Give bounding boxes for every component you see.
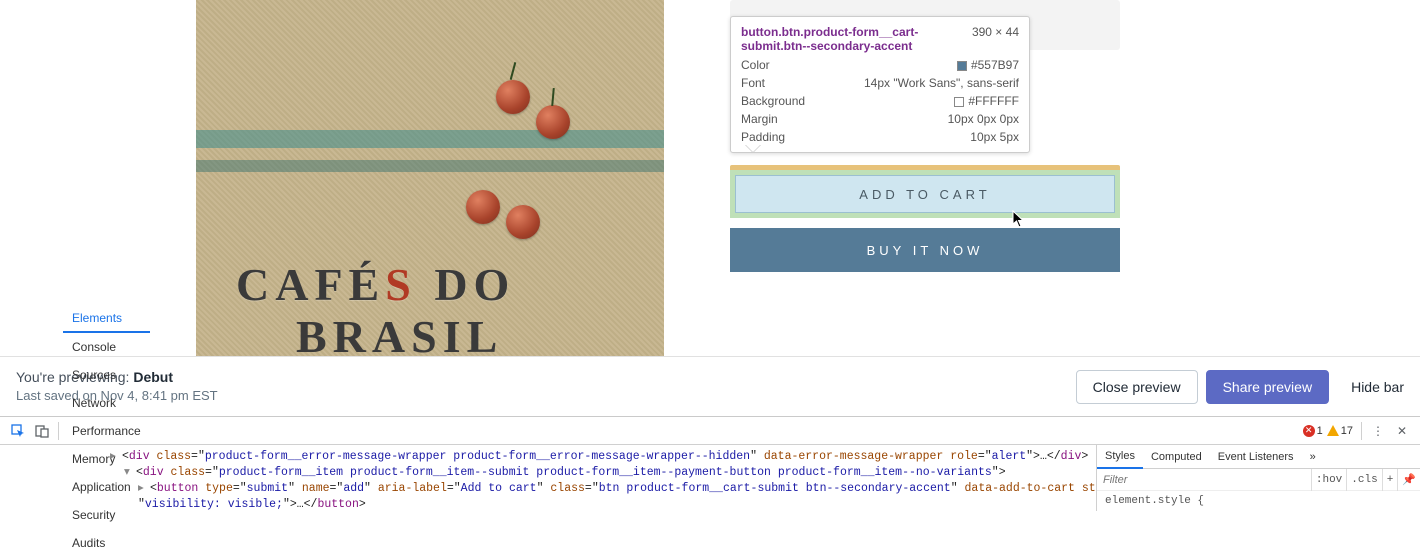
- devtools-tab-performance[interactable]: Performance: [63, 417, 150, 445]
- styles-tabs-overflow-icon[interactable]: »: [1302, 445, 1324, 469]
- tooltip-row-value: 14px "Work Sans", sans-serif: [864, 76, 1019, 90]
- element-style-rule[interactable]: element.style {: [1097, 491, 1420, 511]
- error-count[interactable]: ✕1: [1303, 425, 1323, 437]
- last-saved-label: Last saved on Nov 4, 8:41 pm EST: [16, 387, 1068, 405]
- tooltip-row-value: 10px 5px: [970, 130, 1019, 144]
- devtools-tab-network[interactable]: Network: [63, 389, 150, 417]
- devtools-tab-sources[interactable]: Sources: [63, 361, 150, 389]
- page-viewport: CAFÉS DO BRASIL ADD TO CART BUY IT NOW b…: [0, 0, 1420, 356]
- devtools-tabbar: ElementsConsoleSourcesNetworkPerformance…: [0, 417, 1420, 445]
- tooltip-row-label: Margin: [741, 112, 778, 126]
- add-rule-button[interactable]: +: [1382, 469, 1398, 491]
- theme-preview-bar: You're previewing: Debut Last saved on N…: [0, 356, 1420, 416]
- tooltip-row-label: Background: [741, 94, 805, 108]
- hov-toggle[interactable]: :hov: [1311, 469, 1346, 491]
- tooltip-row-label: Color: [741, 58, 770, 72]
- tooltip-dimensions: 390 × 44: [972, 25, 1019, 39]
- tooltip-selector: button.btn.product-form__cart-submit.btn…: [741, 25, 941, 54]
- styles-pin-icon[interactable]: 📌: [1397, 469, 1420, 491]
- tooltip-row-label: Font: [741, 76, 765, 90]
- add-to-cart-highlight: ADD TO CART: [730, 165, 1120, 218]
- devtools-tab-elements[interactable]: Elements: [63, 305, 150, 333]
- styles-pane: StylesComputedEvent Listeners» :hov .cls…: [1096, 445, 1420, 511]
- devtools-close-icon[interactable]: ✕: [1390, 419, 1414, 443]
- buy-now-button[interactable]: BUY IT NOW: [730, 228, 1120, 272]
- image-text-cafe: CAFÉ: [236, 259, 385, 310]
- close-preview-button[interactable]: Close preview: [1076, 370, 1198, 404]
- tooltip-row-value: #557B97: [957, 58, 1019, 72]
- image-text-do: DO: [417, 259, 516, 310]
- devtools-panel: ElementsConsoleSourcesNetworkPerformance…: [0, 416, 1420, 510]
- tooltip-row-value: 10px 0px 0px: [948, 112, 1019, 126]
- tooltip-row-value: #FFFFFF: [954, 94, 1019, 108]
- warning-count[interactable]: 17: [1327, 425, 1353, 437]
- devtools-tab-audits[interactable]: Audits: [63, 529, 150, 557]
- image-text-s: S: [385, 259, 417, 310]
- add-to-cart-button[interactable]: ADD TO CART: [735, 175, 1115, 213]
- inspect-icon[interactable]: [6, 419, 30, 443]
- tooltip-row-label: Padding: [741, 130, 785, 144]
- styles-tab-styles[interactable]: Styles: [1097, 445, 1143, 469]
- dom-tree[interactable]: ▸<div class="product-form__error-message…: [0, 445, 1096, 511]
- cls-toggle[interactable]: .cls: [1346, 469, 1381, 491]
- devtools-tab-console[interactable]: Console: [63, 333, 150, 361]
- inspector-tooltip: button.btn.product-form__cart-submit.btn…: [730, 16, 1030, 153]
- hide-bar-link[interactable]: Hide bar: [1351, 379, 1404, 395]
- styles-tab-event-listeners[interactable]: Event Listeners: [1210, 445, 1302, 469]
- mouse-cursor-icon: [1012, 210, 1026, 228]
- share-preview-button[interactable]: Share preview: [1206, 370, 1330, 404]
- devtools-menu-icon[interactable]: ⋮: [1366, 419, 1390, 443]
- styles-tab-computed[interactable]: Computed: [1143, 445, 1210, 469]
- styles-filter-input[interactable]: [1097, 472, 1311, 488]
- device-toggle-icon[interactable]: [30, 419, 54, 443]
